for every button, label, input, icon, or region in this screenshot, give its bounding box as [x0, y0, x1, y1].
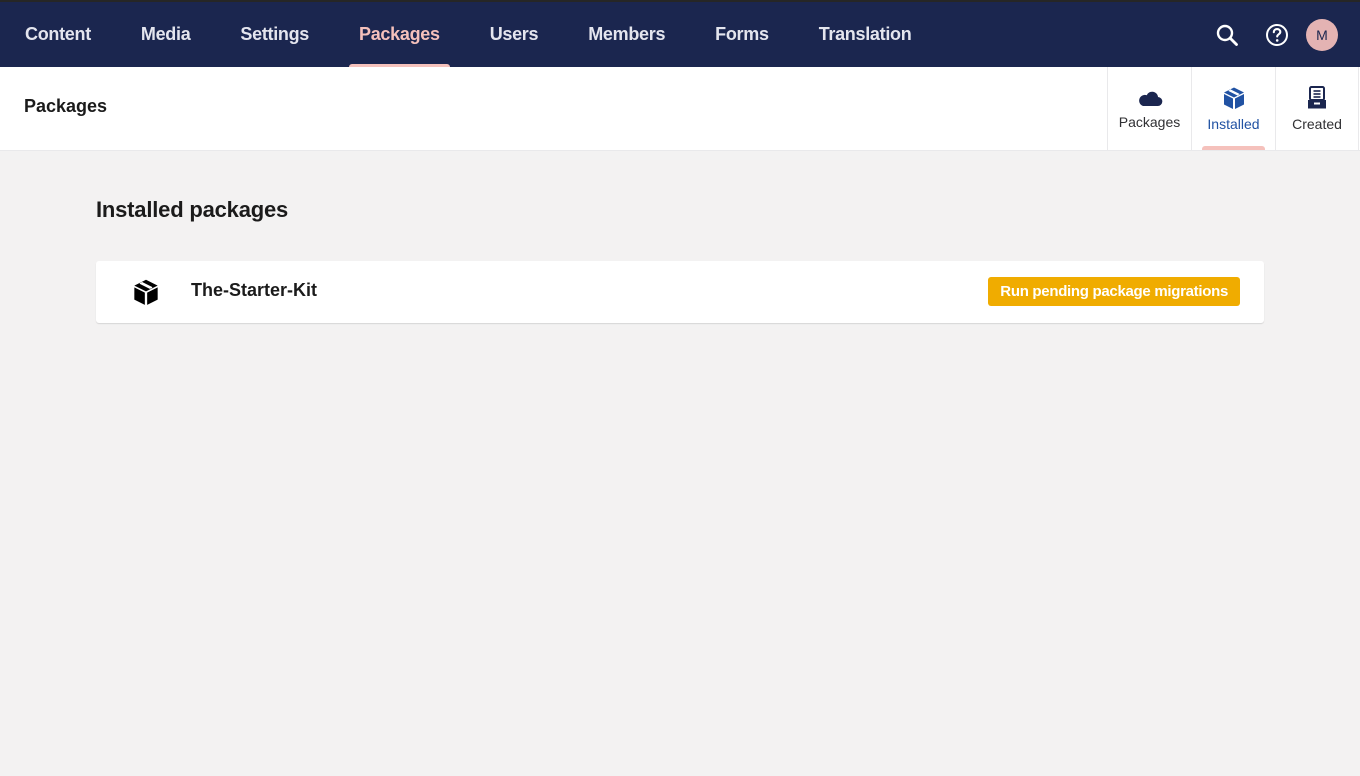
app-tab-label: Installed [1207, 115, 1260, 132]
search-icon [1216, 24, 1238, 46]
app-tab-label: Packages [1118, 113, 1181, 130]
user-avatar[interactable]: M [1306, 18, 1338, 51]
nav-item-settings[interactable]: Settings [215, 2, 334, 67]
nav-item-members[interactable]: Members [563, 2, 690, 67]
nav-item-content[interactable]: Content [0, 2, 116, 67]
top-navigation-bar: Content Media Settings Packages Users Me… [0, 0, 1360, 69]
section-title: Installed packages [96, 197, 289, 222]
app-tab-packages[interactable]: Packages [1107, 67, 1191, 150]
help-button[interactable] [1252, 10, 1302, 60]
help-icon [1266, 23, 1288, 46]
package-name[interactable]: The-Starter-Kit [191, 280, 317, 301]
drawer-icon [1308, 85, 1326, 108]
package-card: The-Starter-Kit Run pending package migr… [96, 261, 1264, 323]
nav-item-media[interactable]: Media [116, 2, 216, 67]
app-tab-created[interactable]: Created [1275, 67, 1359, 150]
page-title: Packages [24, 96, 108, 116]
box-icon [134, 279, 158, 305]
section-nav: Content Media Settings Packages Users Me… [0, 2, 937, 69]
app-tab-installed[interactable]: Installed [1191, 67, 1275, 150]
nav-item-users[interactable]: Users [465, 2, 564, 67]
page-header: Packages Packages Installed Created [0, 67, 1360, 151]
nav-item-forms[interactable]: Forms [690, 2, 794, 67]
box-icon [1223, 87, 1244, 109]
cloud-icon [1138, 91, 1162, 106]
top-actions: M [1202, 2, 1360, 67]
nav-item-translation[interactable]: Translation [794, 2, 937, 67]
search-button[interactable] [1202, 10, 1252, 60]
run-migrations-button[interactable]: Run pending package migrations [988, 277, 1240, 306]
app-tab-label: Created [1292, 115, 1342, 132]
section-apps: Packages Installed Created [1107, 67, 1359, 150]
nav-item-packages[interactable]: Packages [334, 2, 465, 69]
